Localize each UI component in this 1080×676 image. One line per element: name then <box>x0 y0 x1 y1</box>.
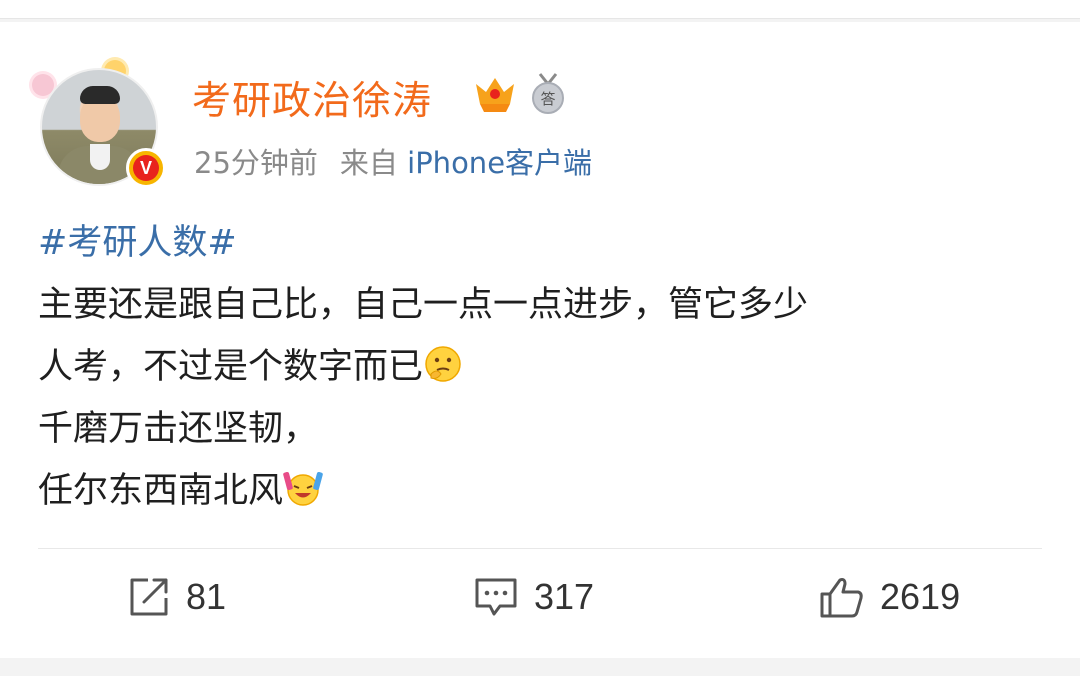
repost-button[interactable]: 81 <box>126 574 226 620</box>
source-prefix: 来自 <box>339 146 398 180</box>
comment-button[interactable]: 317 <box>472 574 594 620</box>
divider <box>38 548 1042 549</box>
verified-v-icon: V <box>126 148 166 188</box>
previous-post-edge <box>0 0 1080 19</box>
like-button[interactable]: 2619 <box>818 574 960 620</box>
post-source[interactable]: iPhone客户端 <box>407 146 592 180</box>
avatar[interactable]: V <box>28 40 168 190</box>
author-name[interactable]: 考研政治徐涛 <box>192 70 432 126</box>
next-post-gap <box>0 658 1080 676</box>
like-count: 2619 <box>880 576 961 617</box>
content-line-3: 千磨万击还坚韧， <box>38 409 319 449</box>
content-line-4: 任尔东西南北风 <box>38 471 284 511</box>
comment-count: 317 <box>534 576 595 617</box>
thumbs-up-icon <box>820 578 863 618</box>
cheering-emoji-icon <box>283 471 323 506</box>
post-time: 25分钟前 <box>194 146 318 180</box>
repost-icon <box>130 578 168 616</box>
post-meta: 25分钟前 来自 iPhone客户端 <box>194 140 592 182</box>
thinking-emoji-icon <box>425 346 461 382</box>
post-content: #考研人数# 主要还是跟自己比，自己一点一点进步，管它多少 人考，不过是个数字而… <box>38 212 1048 522</box>
comment-icon <box>475 578 517 616</box>
post-card: V 考研政治徐涛 答 25分钟前 来自 iPhone客户端 #考研人数# 主要还是… <box>0 22 1080 658</box>
topic-hashtag[interactable]: #考研人数# <box>38 223 237 263</box>
repost-count: 81 <box>186 576 227 617</box>
content-line-2: 人考，不过是个数字而已 <box>38 347 424 387</box>
content-line-1: 主要还是跟自己比，自己一点一点进步，管它多少 <box>38 285 809 325</box>
svg-text:答: 答 <box>540 90 555 108</box>
action-bar: 81 317 2619 <box>0 574 1080 634</box>
vip-crown-icon[interactable] <box>472 74 518 114</box>
answer-medal-icon[interactable]: 答 <box>528 72 568 116</box>
